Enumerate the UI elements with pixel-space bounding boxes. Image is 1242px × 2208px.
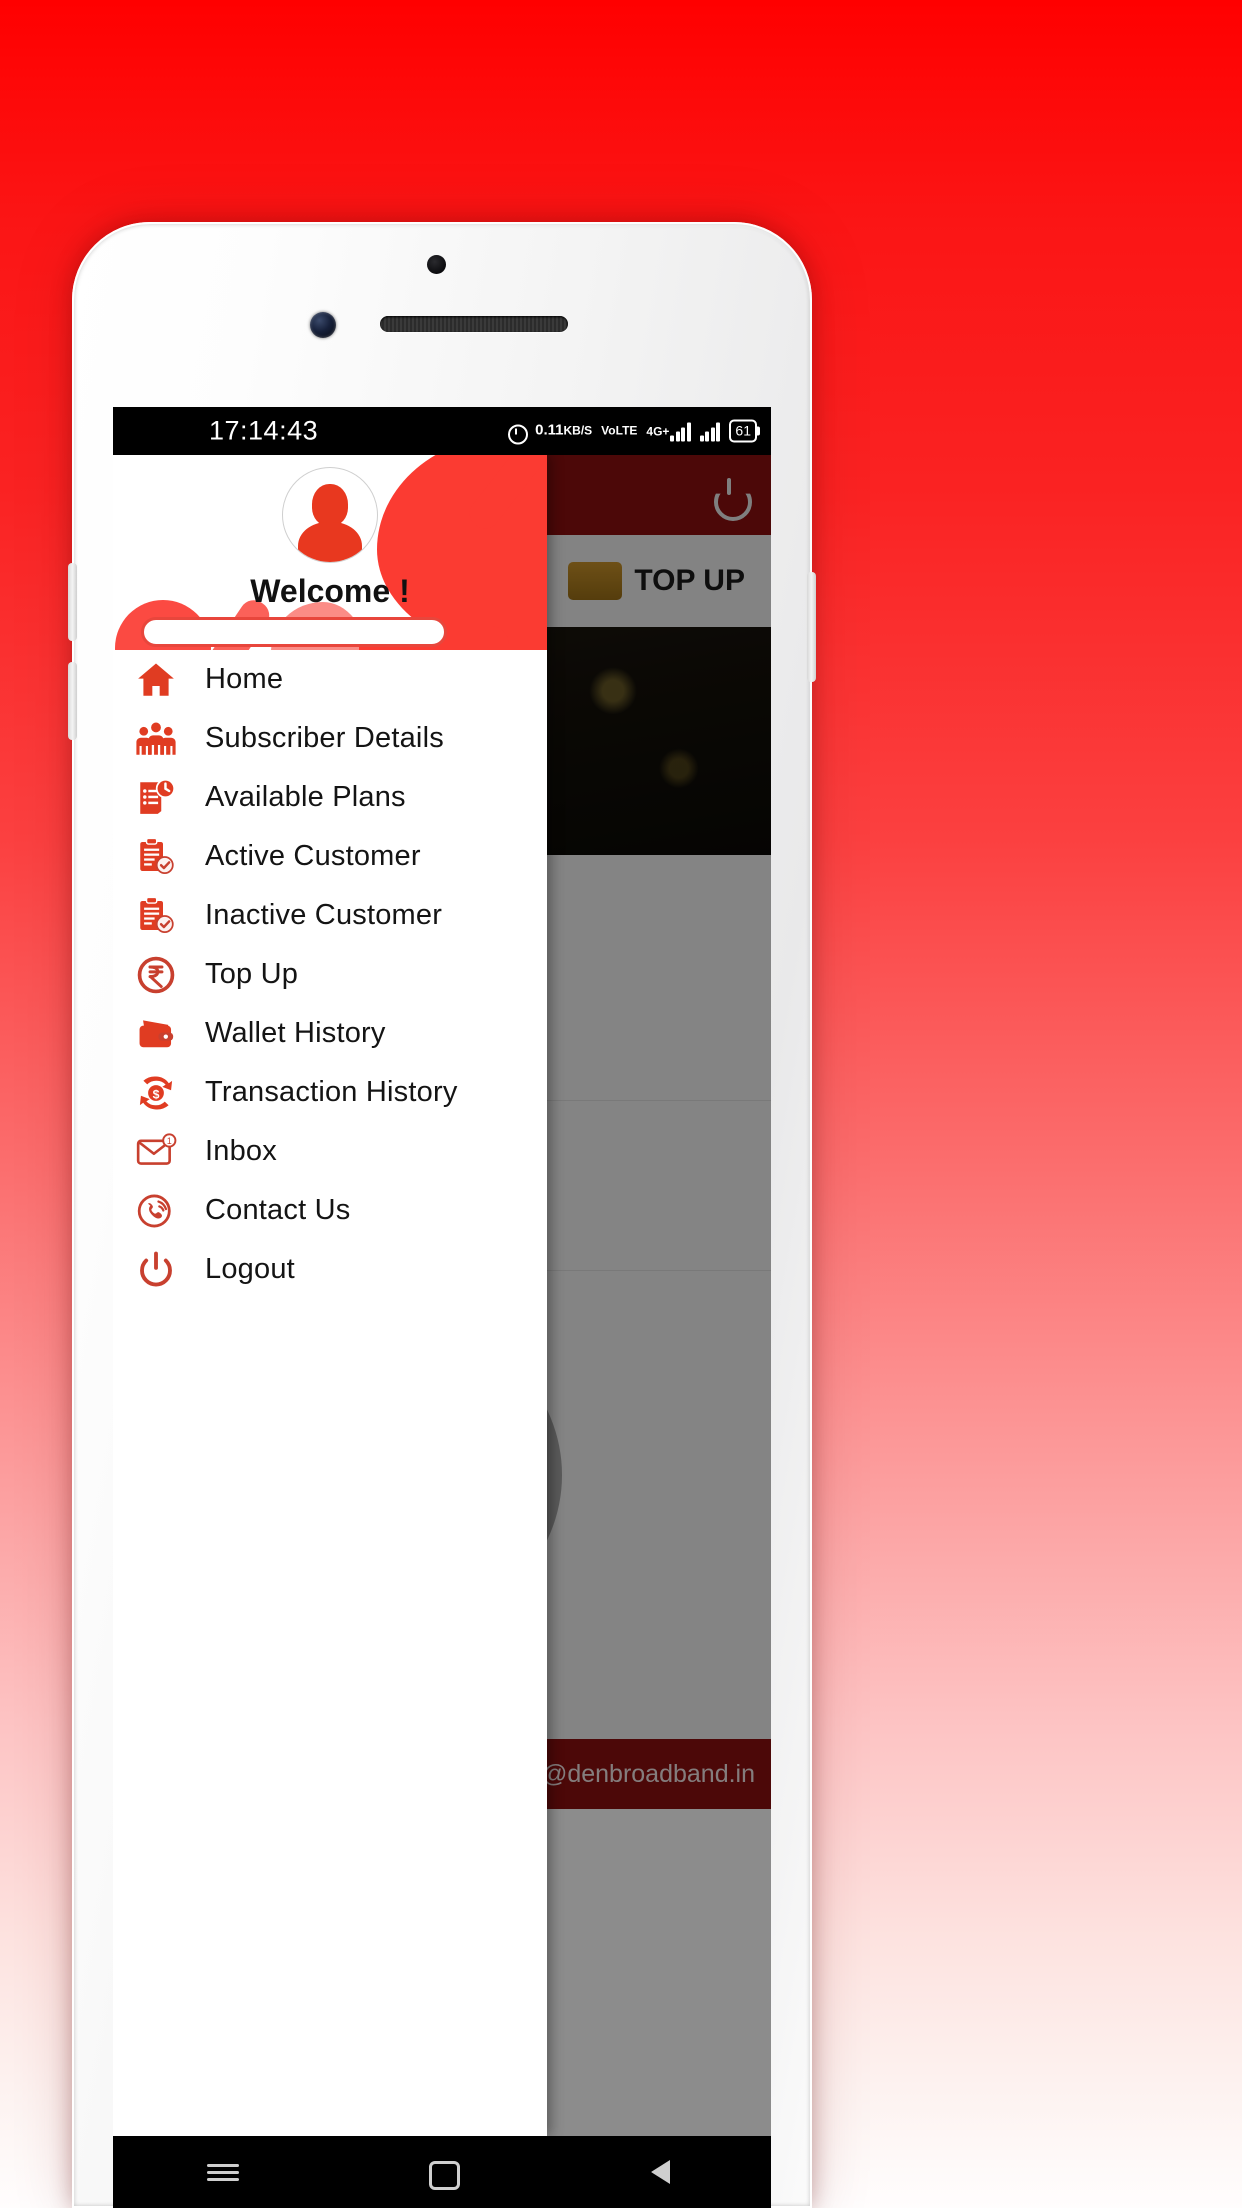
android-nav-bar	[113, 2136, 771, 2208]
welcome-text: Welcome !	[250, 573, 410, 609]
drawer-item-inbox[interactable]: 1 Inbox	[113, 1122, 547, 1181]
phone-screen: 17:14:43 0.11 KB/S Vo LTE 4G+ 61 TOP UP …	[113, 407, 771, 2208]
drawer-item-active-customer[interactable]: Active Customer	[113, 827, 547, 886]
volte-icon: Vo LTE	[601, 423, 638, 438]
status-bar: 17:14:43 0.11 KB/S Vo LTE 4G+ 61	[113, 407, 771, 455]
power-icon	[135, 1249, 177, 1291]
drawer-item-label: Transaction History	[205, 1076, 458, 1108]
drawer-item-label: Wallet History	[205, 1017, 386, 1049]
envelope-badge-icon: 1	[135, 1131, 177, 1173]
network-speed-unit: KB/S	[563, 423, 593, 438]
redacted-user-name	[141, 617, 447, 647]
rupee-circle-icon	[135, 954, 177, 996]
proximity-sensor	[427, 255, 446, 274]
drawer-item-label: Inactive Customer	[205, 899, 443, 931]
drawer-item-label: Active Customer	[205, 840, 421, 872]
svg-text:$: $	[153, 1087, 160, 1101]
network-speed-value: 0.11	[535, 421, 564, 439]
front-camera-icon	[310, 312, 336, 338]
signal-bars-1	[670, 421, 691, 441]
phone-device-frame: 17:14:43 0.11 KB/S Vo LTE 4G+ 61 TOP UP …	[68, 222, 816, 2208]
drawer-item-subscriber-details[interactable]: Subscriber Details	[113, 709, 547, 768]
status-icon-tray: 0.11 KB/S Vo LTE 4G+ 61	[506, 419, 760, 444]
signal-bars-2	[699, 421, 721, 441]
network-speed-indicator: 0.11 KB/S	[535, 421, 593, 439]
user-avatar-icon[interactable]	[282, 467, 378, 563]
status-clock: 17:14:43	[209, 415, 319, 446]
battery-icon: 61	[729, 419, 760, 443]
drawer-menu-list: Home Subscriber Details Available Plans Act…	[113, 650, 547, 1299]
drawer-item-top-up[interactable]: Top Up	[113, 945, 547, 1004]
navigation-drawer: Welcome ! Home Subscriber Details Availabl…	[113, 455, 547, 2136]
home-square-icon[interactable]	[420, 2150, 464, 2194]
drawer-item-label: Top Up	[205, 958, 299, 990]
drawer-header: Welcome !	[113, 455, 547, 650]
network-type-label: 4G+	[646, 424, 670, 438]
drawer-item-label: Contact Us	[205, 1194, 351, 1226]
drawer-item-wallet-history[interactable]: Wallet History	[113, 1004, 547, 1063]
earpiece-speaker	[380, 316, 568, 332]
drawer-item-label: Inbox	[205, 1135, 277, 1167]
sim1-signal-icon: 4G+	[646, 421, 691, 441]
clipboard-check-icon	[135, 895, 177, 937]
volume-down-button[interactable]	[68, 662, 77, 740]
alarm-icon	[506, 421, 529, 444]
drawer-item-label: Home	[205, 663, 284, 695]
back-triangle-icon[interactable]	[639, 2150, 683, 2194]
svg-text:1: 1	[167, 1136, 172, 1146]
drawer-item-available-plans[interactable]: Available Plans	[113, 768, 547, 827]
drawer-item-logout[interactable]: Logout	[113, 1240, 547, 1299]
avatar-head	[312, 484, 348, 526]
avatar-body	[298, 522, 362, 562]
people-group-icon	[135, 718, 177, 760]
recents-icon[interactable]	[201, 2150, 245, 2194]
plan-list-clock-icon	[135, 777, 177, 819]
drawer-item-transaction-history[interactable]: $ Transaction History	[113, 1063, 547, 1122]
volte-bottom: LTE	[615, 423, 638, 438]
drawer-item-label: Available Plans	[205, 781, 406, 813]
drawer-item-label: Logout	[205, 1253, 295, 1285]
volume-up-button[interactable]	[68, 563, 77, 641]
transaction-refresh-icon: $	[135, 1072, 177, 1114]
drawer-item-label: Subscriber Details	[205, 722, 444, 754]
clipboard-check-icon	[135, 836, 177, 878]
drawer-item-inactive-customer[interactable]: Inactive Customer	[113, 886, 547, 945]
power-button[interactable]	[807, 572, 816, 682]
home-icon	[135, 659, 177, 701]
drawer-item-home[interactable]: Home	[113, 650, 547, 709]
volte-top: Vo	[601, 423, 616, 438]
wallet-icon	[135, 1013, 177, 1055]
drawer-item-contact-us[interactable]: Contact Us	[113, 1181, 547, 1240]
phone-call-icon	[135, 1190, 177, 1232]
